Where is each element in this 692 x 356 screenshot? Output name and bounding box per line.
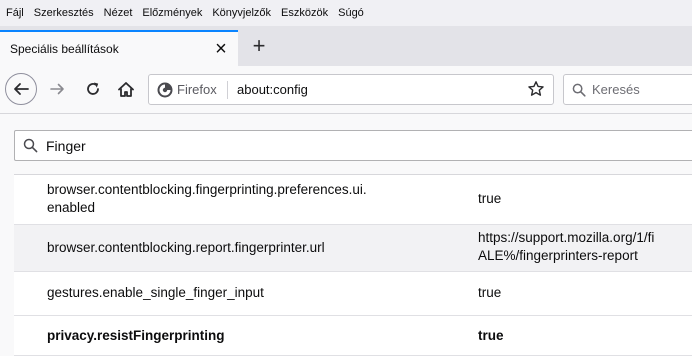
pref-row[interactable]: privacy.resistFingerprinting true <box>14 316 692 356</box>
url-bar[interactable]: Firefox about:config <box>148 74 554 105</box>
identity-label: Firefox <box>177 82 217 97</box>
reload-button[interactable] <box>80 76 106 102</box>
pref-value-line: ALE%/fingerprinters-report <box>478 248 638 263</box>
config-search-box[interactable] <box>14 130 692 161</box>
menu-edit[interactable]: Szerkesztés <box>34 7 94 19</box>
pref-name-line: privacy.resistFingerprinting <box>47 328 225 343</box>
config-search-input[interactable] <box>46 137 646 154</box>
pref-value: true <box>478 327 692 345</box>
pref-row[interactable]: browser.contentblocking.fingerprinting.p… <box>14 175 692 225</box>
pref-name: browser.contentblocking.fingerprinting.p… <box>47 181 447 217</box>
search-icon <box>572 83 586 97</box>
menu-history[interactable]: Előzmények <box>142 7 202 19</box>
new-tab-button[interactable]: + <box>245 32 273 60</box>
pref-name-line: gestures.enable_single_finger_input <box>47 285 264 300</box>
menu-bar: Fájl Szerkesztés Nézet Előzmények Könyvj… <box>0 0 692 26</box>
pref-name: browser.contentblocking.report.fingerpri… <box>47 239 447 257</box>
identity-box[interactable]: Firefox <box>157 75 217 104</box>
search-bar[interactable]: Keresés <box>563 74 692 105</box>
pref-row[interactable]: gestures.enable_single_finger_input true <box>14 272 692 316</box>
firefox-icon <box>157 82 173 98</box>
menu-tools[interactable]: Eszközök <box>281 7 328 19</box>
pref-name: gestures.enable_single_finger_input <box>47 284 447 302</box>
pref-value-line: https://support.mozilla.org/1/fi <box>478 230 655 245</box>
back-arrow-icon <box>14 83 29 95</box>
home-button[interactable] <box>112 76 140 102</box>
navigation-bar: Firefox about:config Keresés <box>0 66 692 114</box>
pref-name-line: browser.contentblocking.fingerprinting.p… <box>47 182 367 197</box>
pref-name-line: browser.contentblocking.report.fingerpri… <box>47 240 325 255</box>
url-text[interactable]: about:config <box>237 75 308 104</box>
home-icon <box>118 81 134 97</box>
menu-bookmarks[interactable]: Könyvjelzők <box>212 7 271 19</box>
search-icon <box>23 138 38 153</box>
search-placeholder: Keresés <box>592 82 640 97</box>
config-page: browser.contentblocking.fingerprinting.p… <box>0 114 692 356</box>
menu-help[interactable]: Súgó <box>338 7 364 19</box>
pref-value-line: true <box>478 191 502 206</box>
tab-title: Speciális beállítások <box>10 42 119 56</box>
tab-strip: Speciális beállítások × + <box>0 26 692 66</box>
prefs-table: browser.contentblocking.fingerprinting.p… <box>14 174 692 356</box>
pref-value-line: true <box>478 328 504 343</box>
menu-view[interactable]: Nézet <box>104 7 133 19</box>
pref-value: true <box>478 284 692 302</box>
tab-active[interactable]: Speciális beállítások × <box>0 30 238 66</box>
back-button[interactable] <box>5 73 37 105</box>
menu-file[interactable]: Fájl <box>6 7 24 19</box>
pref-name: privacy.resistFingerprinting <box>47 327 447 345</box>
forward-button[interactable] <box>44 76 70 102</box>
pref-value: https://support.mozilla.org/1/fi ALE%/fi… <box>478 229 692 265</box>
pref-name-line: enabled <box>47 200 96 215</box>
pref-row[interactable]: browser.contentblocking.report.fingerpri… <box>14 225 692 272</box>
star-icon[interactable] <box>525 78 547 100</box>
url-separator <box>227 81 228 99</box>
close-tab-icon[interactable]: × <box>210 38 232 60</box>
pref-value-line: true <box>478 285 502 300</box>
pref-value: true <box>478 190 692 208</box>
forward-arrow-icon <box>50 83 64 95</box>
reload-icon <box>87 82 99 95</box>
